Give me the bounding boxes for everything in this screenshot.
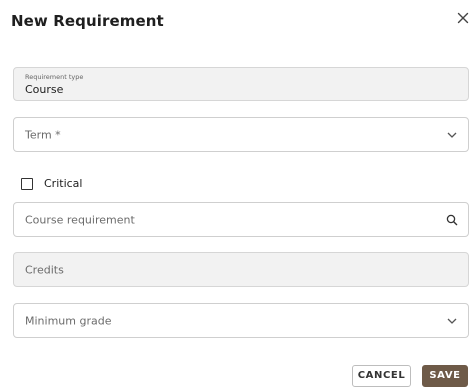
minimum-grade-select[interactable]: Minimum grade bbox=[13, 303, 469, 338]
requirement-type-label: Requirement type bbox=[25, 73, 84, 81]
course-requirement-placeholder: Course requirement bbox=[25, 213, 135, 226]
term-select[interactable]: Term * bbox=[13, 117, 469, 152]
cancel-button[interactable]: CANCEL bbox=[352, 365, 411, 387]
requirement-type-field: Requirement type Course bbox=[13, 67, 469, 101]
chevron-down-icon bbox=[447, 132, 457, 138]
save-button[interactable]: SAVE bbox=[422, 365, 468, 387]
minimum-grade-placeholder: Minimum grade bbox=[25, 314, 112, 327]
credits-placeholder: Credits bbox=[25, 263, 64, 276]
dialog-title: New Requirement bbox=[11, 12, 164, 30]
chevron-down-icon bbox=[447, 318, 457, 324]
requirement-type-value: Course bbox=[25, 83, 64, 96]
course-requirement-input[interactable]: Course requirement bbox=[13, 202, 469, 237]
credits-field: Credits bbox=[13, 252, 469, 287]
search-icon[interactable] bbox=[446, 214, 458, 226]
close-icon[interactable] bbox=[455, 10, 471, 26]
critical-checkbox[interactable] bbox=[21, 178, 33, 190]
term-placeholder: Term * bbox=[25, 128, 61, 141]
critical-label: Critical bbox=[44, 177, 83, 190]
